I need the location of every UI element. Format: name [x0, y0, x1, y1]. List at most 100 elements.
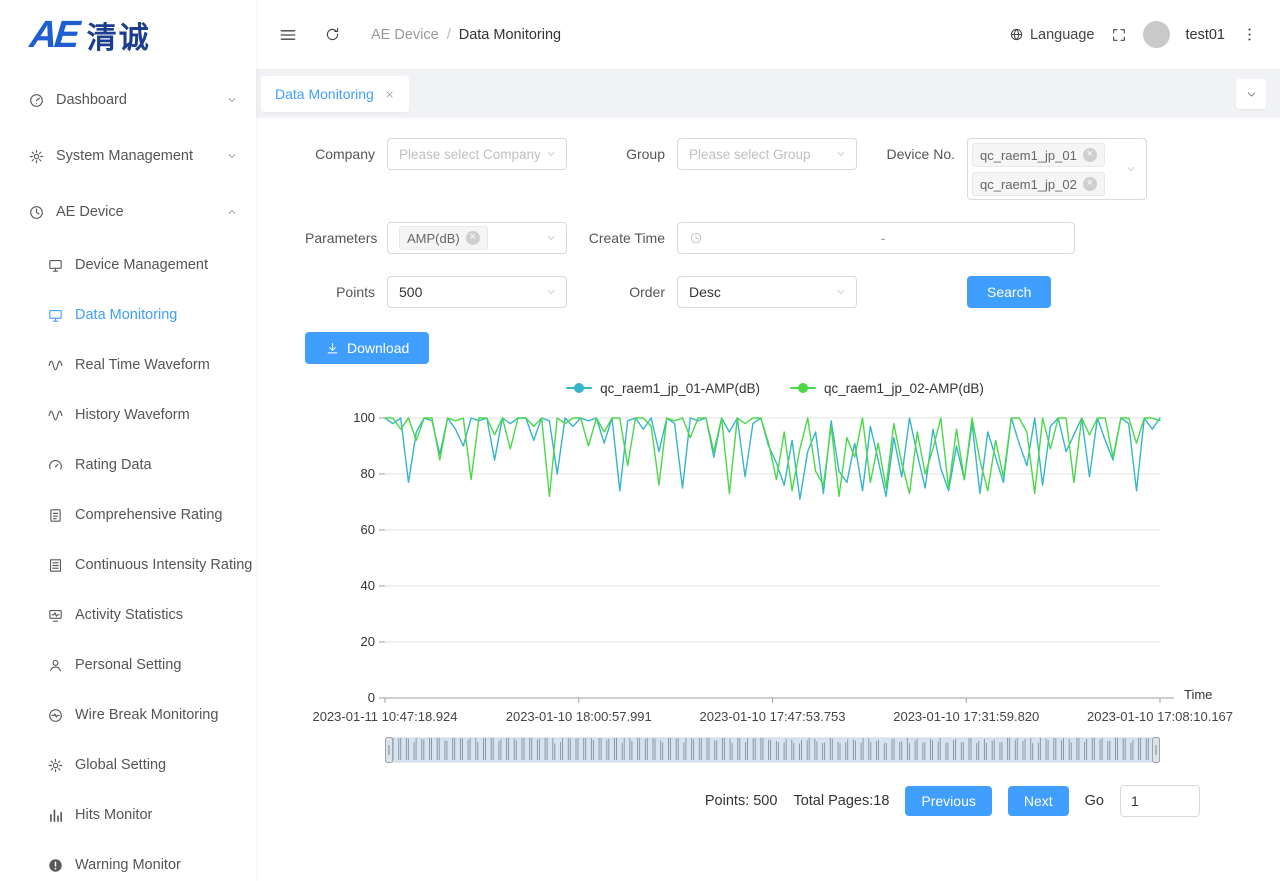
filter-row-3: Points 500 Order Desc Search	[305, 276, 1280, 308]
chevron-down-icon	[545, 148, 557, 160]
breadcrumb-separator: /	[447, 27, 451, 43]
kebab-menu-icon[interactable]	[1241, 26, 1258, 43]
chevron-down-icon	[835, 286, 847, 298]
sidebar-item-label: Hits Monitor	[75, 807, 238, 823]
datazoom-slider[interactable]	[385, 737, 1160, 763]
refresh-icon	[324, 26, 341, 43]
tag-close-icon[interactable]	[1083, 177, 1097, 191]
company-select[interactable]: Please select Company	[387, 138, 567, 170]
language-switcher[interactable]: Language	[1009, 27, 1095, 43]
sidebar-item-ae-device[interactable]: AE Device	[0, 184, 256, 240]
chart-legend: qc_raem1_jp_01-AMP(dB) qc_raem1_jp_02-AMP…	[305, 378, 1165, 398]
globe-icon	[1009, 27, 1024, 42]
list-icon	[47, 557, 64, 574]
sidebar-item-history-waveform[interactable]: History Waveform	[0, 390, 256, 440]
sidebar-item-data-monitoring[interactable]: Data Monitoring	[0, 290, 256, 340]
svg-text:60: 60	[361, 522, 375, 537]
sidebar-item-label: Continuous Intensity Rating	[75, 557, 252, 573]
sidebar-item-continuous-intensity-rating[interactable]: Continuous Intensity Rating	[0, 540, 256, 590]
chart: qc_raem1_jp_01-AMP(dB) qc_raem1_jp_02-AMP…	[305, 378, 1225, 763]
chevron-down-icon	[545, 232, 557, 244]
main-content: Company Please select Company Group Plea…	[256, 118, 1280, 881]
device-select[interactable]: qc_raem1_jp_01 qc_raem1_jp_02	[967, 138, 1147, 200]
tag-amp-db: AMP(dB)	[399, 226, 488, 250]
tab-data-monitoring[interactable]: Data Monitoring	[261, 76, 409, 112]
sidebar-item-personal-setting[interactable]: Personal Setting	[0, 640, 256, 690]
tag-close-icon[interactable]	[466, 231, 480, 245]
x-tick-label: 2023-01-11 10:47:18.924	[312, 709, 457, 724]
page-input[interactable]	[1120, 785, 1200, 817]
sidebar-item-hits-monitor[interactable]: Hits Monitor	[0, 790, 256, 840]
wire-icon	[47, 707, 64, 724]
tag-close-icon[interactable]	[1083, 148, 1097, 162]
order-value: Desc	[689, 284, 721, 300]
points-summary: Points: 500	[705, 793, 778, 809]
monitor-icon	[47, 307, 64, 324]
breadcrumb-current: Data Monitoring	[459, 27, 561, 43]
sidebar-item-comprehensive-rating[interactable]: Comprehensive Rating	[0, 490, 256, 540]
chevron-down-icon	[835, 148, 847, 160]
avatar[interactable]	[1143, 21, 1170, 48]
breadcrumb-parent[interactable]: AE Device	[371, 27, 439, 43]
warning-icon	[47, 857, 64, 874]
username[interactable]: test01	[1186, 27, 1226, 43]
legend-item-qc-raem1-jp-02-amp-db[interactable]: qc_raem1_jp_02-AMP(dB)	[790, 378, 984, 398]
previous-button[interactable]: Previous	[905, 786, 991, 816]
chevron-down-icon	[545, 286, 557, 298]
svg-text:40: 40	[361, 578, 375, 593]
points-select[interactable]: 500	[387, 276, 567, 308]
clock-icon	[28, 204, 45, 221]
brand-logo[interactable]: AE 清诚	[0, 0, 256, 70]
download-button[interactable]: Download	[305, 332, 429, 364]
svg-text:100: 100	[353, 412, 375, 425]
sidebar-item-rating-data[interactable]: Rating Data	[0, 440, 256, 490]
legend-marker	[790, 383, 816, 393]
refresh-icon[interactable]	[324, 26, 341, 43]
legend-item-qc-raem1-jp-01-amp-db[interactable]: qc_raem1_jp_01-AMP(dB)	[566, 378, 760, 398]
sidebar-item-label: Personal Setting	[75, 657, 238, 673]
sidebar-item-activity-statistics[interactable]: Activity Statistics	[0, 590, 256, 640]
slider-handle[interactable]	[1153, 738, 1160, 763]
legend-label: qc_raem1_jp_02-AMP(dB)	[824, 381, 984, 396]
order-select[interactable]: Desc	[677, 276, 857, 308]
search-button[interactable]: Search	[967, 276, 1051, 308]
group-select[interactable]: Please select Group	[677, 138, 857, 170]
svg-text:0: 0	[368, 690, 375, 704]
sidebar-item-label: Activity Statistics	[75, 607, 238, 623]
x-axis-title: Time	[1184, 687, 1212, 702]
person-icon	[47, 657, 64, 674]
sidebar-item-device-management[interactable]: Device Management	[0, 240, 256, 290]
company-label: Company	[305, 138, 387, 170]
sidebar-item-warning-monitor[interactable]: Warning Monitor	[0, 840, 256, 881]
download-icon	[325, 341, 340, 356]
tag-qc-raem1-jp-01: qc_raem1_jp_01	[972, 143, 1105, 167]
next-button[interactable]: Next	[1008, 786, 1069, 816]
parameters-select[interactable]: AMP(dB)	[387, 222, 567, 254]
sidebar-item-real-time-waveform[interactable]: Real Time Waveform	[0, 340, 256, 390]
main-panel: AE Device / Data Monitoring Language tes…	[256, 0, 1280, 881]
chevron-down-icon	[545, 148, 557, 160]
sidebar-item-global-setting[interactable]: Global Setting	[0, 740, 256, 790]
chevron-down-icon	[226, 94, 238, 106]
brand-logo-ae: AE	[28, 14, 79, 57]
chevron-down-icon	[1245, 88, 1258, 101]
menu-icon[interactable]	[278, 25, 298, 45]
slider-handle[interactable]	[386, 738, 393, 763]
sidebar: AE 清诚 DashboardSystem ManagementAE Devic…	[0, 0, 256, 881]
filter-row-1: Company Please select Company Group Plea…	[305, 138, 1280, 200]
dashboard-icon	[28, 92, 45, 109]
header: AE Device / Data Monitoring Language tes…	[256, 0, 1280, 70]
download-label: Download	[347, 340, 409, 356]
sidebar-item-system-management[interactable]: System Management	[0, 128, 256, 184]
sidebar-item-wire-break-monitoring[interactable]: Wire Break Monitoring	[0, 690, 256, 740]
sidebar-item-dashboard[interactable]: Dashboard	[0, 72, 256, 128]
wave-icon	[47, 407, 64, 424]
close-icon[interactable]	[384, 89, 395, 100]
tab-label: Data Monitoring	[275, 86, 374, 102]
tab-list-dropdown[interactable]	[1236, 79, 1266, 109]
sidebar-item-label: Rating Data	[75, 457, 238, 473]
chevron-down-icon	[1125, 163, 1137, 175]
tag-label: qc_raem1_jp_02	[980, 177, 1077, 192]
create-time-range-input[interactable]: -	[677, 222, 1075, 254]
fullscreen-icon[interactable]	[1111, 27, 1127, 43]
